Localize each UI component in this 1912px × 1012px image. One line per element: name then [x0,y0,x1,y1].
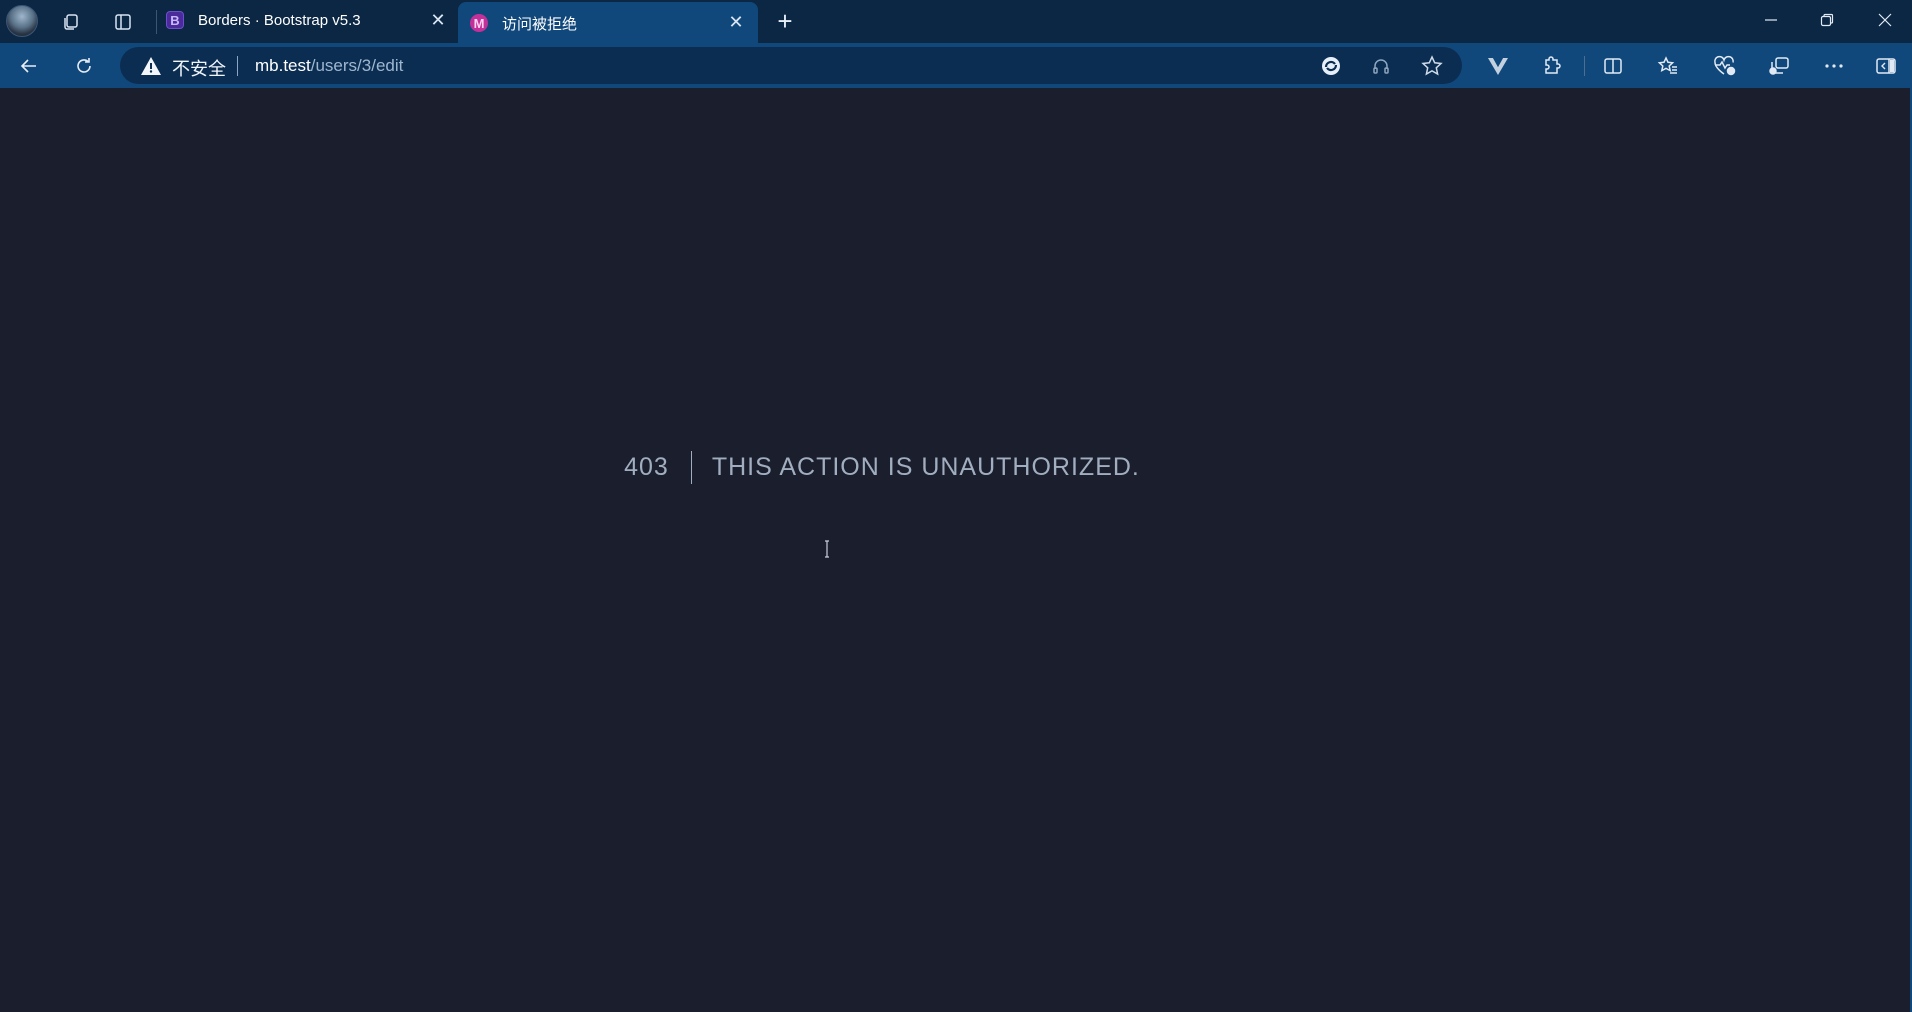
more-options-icon[interactable] [1819,51,1849,81]
url-host: mb.test [255,56,311,75]
workspaces-icon[interactable] [56,7,86,37]
extensions-icon[interactable] [1537,51,1567,81]
security-label[interactable]: 不安全 [172,55,226,81]
error-message: THIS ACTION IS UNAUTHORIZED. [711,452,1140,481]
tab-close-icon[interactable]: ✕ [726,12,746,32]
favorite-star-icon[interactable] [1419,53,1445,79]
tab-bar: B Borders · Bootstrap v5.3 ✕ M 访问被拒绝 ✕ + [0,0,1912,44]
tab-bootstrap-borders[interactable]: B Borders · Bootstrap v5.3 ✕ [166,0,456,40]
refresh-button[interactable] [67,49,101,83]
back-button[interactable] [12,49,46,83]
url-path: /users/3/edit [310,56,404,75]
tab-close-icon[interactable]: ✕ [428,10,448,30]
vertical-tabs-icon[interactable] [108,7,138,37]
vue-devtools-icon[interactable] [1483,51,1513,81]
address-bar[interactable]: 不安全 mb.test/users/3/edit [120,47,1462,84]
tab-title: 访问被拒绝 [502,15,578,33]
error-code: 403 [624,452,669,481]
read-aloud-icon[interactable] [1368,53,1394,79]
bootstrap-favicon-icon: B [166,11,184,29]
browser-essentials-icon[interactable] [1709,51,1739,81]
url-text[interactable]: mb.test/users/3/edit [255,56,403,76]
text-cursor-icon [825,540,829,558]
address-separator [237,56,238,76]
tab-divider [156,10,157,34]
sidebar-toggle-icon[interactable] [1871,51,1901,81]
tab-access-denied[interactable]: M 访问被拒绝 ✕ [458,2,758,44]
favorites-icon[interactable] [1653,51,1683,81]
minimize-button[interactable] [1748,4,1794,36]
tab-title: Borders · Bootstrap v5.3 [198,11,361,29]
collections-icon[interactable] [1764,51,1794,81]
split-screen-icon[interactable] [1598,51,1628,81]
new-tab-button[interactable]: + [770,6,800,36]
warning-icon[interactable] [140,56,162,76]
error-message-row: 403 THIS ACTION IS UNAUTHORIZED. [0,447,1912,487]
toolbar-divider [1584,56,1585,76]
site-favicon-icon: M [470,14,488,32]
browser-toolbar: 不安全 mb.test/users/3/edit [0,43,1912,88]
edge-refresh-icon[interactable] [1318,53,1344,79]
close-window-button[interactable] [1862,4,1908,36]
page-content [0,88,1910,1012]
restore-button[interactable] [1804,4,1850,36]
profile-avatar[interactable] [6,5,38,37]
